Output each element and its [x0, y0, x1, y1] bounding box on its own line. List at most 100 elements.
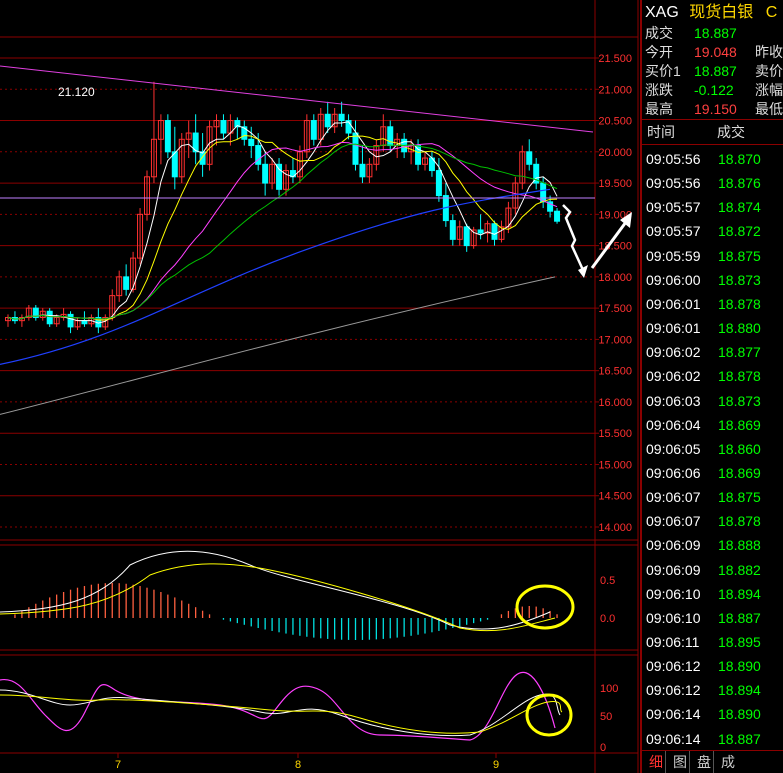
tick-time: 09:06:10 [646, 585, 701, 602]
quote-value: 18.887 [694, 63, 737, 79]
price-tick-label: 18.000 [598, 272, 632, 284]
tick-time: 09:05:59 [646, 247, 701, 264]
candle [442, 183, 449, 227]
tick-row: 09:06:03 18.873 [642, 389, 783, 413]
candle [262, 151, 269, 196]
price-tick-label: 20.500 [598, 116, 632, 128]
tick-price: 18.894 [718, 682, 761, 699]
quote-row: 成交 18.887 [642, 24, 783, 43]
tick-row: 09:06:09 18.882 [642, 558, 783, 582]
symbol-code: XAG [645, 4, 679, 21]
candle [144, 170, 150, 221]
price-tick-label: 16.000 [598, 397, 632, 409]
candle [123, 264, 130, 296]
candle [366, 158, 373, 184]
macd-dif-line [0, 550, 551, 630]
candle [345, 114, 352, 140]
tab-1[interactable]: 图 [665, 751, 689, 773]
kline-chart[interactable]: 21.50021.00020.50020.00019.50019.00018.5… [0, 0, 640, 773]
kdj-axis-label: 50 [600, 711, 612, 723]
tick-row: 09:06:12 18.890 [642, 654, 783, 678]
quote-row: 最高 19.150 最低 [642, 100, 783, 119]
tick-price: 18.875 [718, 489, 761, 506]
tick-time: 09:05:56 [646, 151, 701, 167]
tick-time: 09:06:09 [646, 537, 701, 554]
kdj-axis-label: 0 [600, 742, 606, 754]
candle [269, 158, 276, 190]
candle [359, 145, 366, 184]
tick-price: 18.870 [718, 151, 761, 167]
tick-time: 09:06:10 [646, 609, 701, 626]
kdj-j-line [0, 671, 556, 741]
tick-row: 09:05:59 18.875 [642, 244, 783, 268]
ma-line-120 [0, 276, 556, 415]
price-tick-label: 15.000 [598, 459, 632, 471]
quote-label-2: 昨收 [755, 44, 783, 60]
ma-line-10 [7, 135, 558, 321]
tick-row: 09:06:01 18.878 [642, 292, 783, 316]
tick-row: 09:06:05 18.860 [642, 437, 783, 461]
candle [178, 133, 185, 184]
tick-price: 18.878 [718, 368, 761, 385]
candle [310, 114, 317, 146]
tick-price: 18.878 [718, 513, 761, 530]
candle [81, 311, 88, 327]
quote-label: 今开 [645, 44, 673, 60]
candle [74, 317, 81, 331]
tab-3[interactable]: 成 [713, 751, 737, 773]
candle [519, 145, 526, 190]
tick-price: 18.874 [718, 199, 761, 216]
tick-row: 09:06:04 18.869 [642, 413, 783, 437]
tick-time: 09:05:57 [646, 199, 701, 216]
quote-label-2: 最低 [755, 101, 783, 117]
candle [289, 158, 296, 184]
symbol-header: XAG 现货白银 C [642, 0, 777, 26]
candle [192, 114, 199, 165]
tick-time: 09:06:05 [646, 440, 701, 457]
candle [60, 308, 67, 321]
tick-row: 09:06:14 18.887 [642, 727, 783, 751]
price-tick-label: 14.500 [598, 491, 632, 503]
candle [554, 208, 561, 224]
tab-0[interactable]: 细 [642, 751, 665, 773]
quote-value: -0.122 [694, 82, 734, 98]
candle [164, 114, 171, 159]
tick-row: 09:06:09 18.888 [642, 533, 783, 557]
tick-time: 09:05:56 [646, 175, 701, 192]
candle [234, 117, 241, 140]
tick-price: 18.878 [718, 295, 761, 312]
candle [533, 158, 540, 190]
tick-time: 09:06:09 [646, 561, 701, 578]
candle [422, 151, 428, 171]
candle [95, 308, 102, 334]
tick-row: 09:06:00 18.873 [642, 268, 783, 292]
quote-value: 18.887 [694, 25, 737, 41]
tick-row: 09:06:06 18.869 [642, 461, 783, 485]
tick-row: 09:06:02 18.878 [642, 364, 783, 388]
kdj-axis-label: 100 [600, 683, 618, 695]
price-tick-label: 17.500 [598, 303, 632, 315]
quote-label-2: 涨幅 [755, 82, 783, 98]
tick-time: 09:06:11 [646, 634, 700, 650]
quote-value: 19.150 [694, 101, 737, 117]
candle [185, 120, 192, 159]
candle [477, 214, 484, 240]
symbol-extra: C [765, 4, 778, 21]
down-arrow-head [578, 265, 588, 278]
price-tick-label: 16.500 [598, 366, 632, 378]
candle [220, 114, 227, 140]
tab-2[interactable]: 盘 [689, 751, 713, 773]
tick-price: 18.860 [718, 440, 761, 457]
date-label: 8 [295, 759, 301, 771]
candle [25, 305, 32, 321]
tick-row: 09:06:07 18.875 [642, 485, 783, 509]
detail-tabs: 细图盘成 [642, 750, 783, 773]
tick-table-header: 时间 成交 [642, 119, 783, 145]
tick-price: 18.882 [718, 561, 761, 578]
tick-row: 09:05:56 18.876 [642, 171, 783, 195]
candle [276, 158, 283, 196]
ma-line-30 [7, 143, 558, 320]
tick-time: 09:06:02 [646, 368, 701, 385]
candle [373, 139, 380, 171]
descending-trendline [0, 65, 594, 133]
